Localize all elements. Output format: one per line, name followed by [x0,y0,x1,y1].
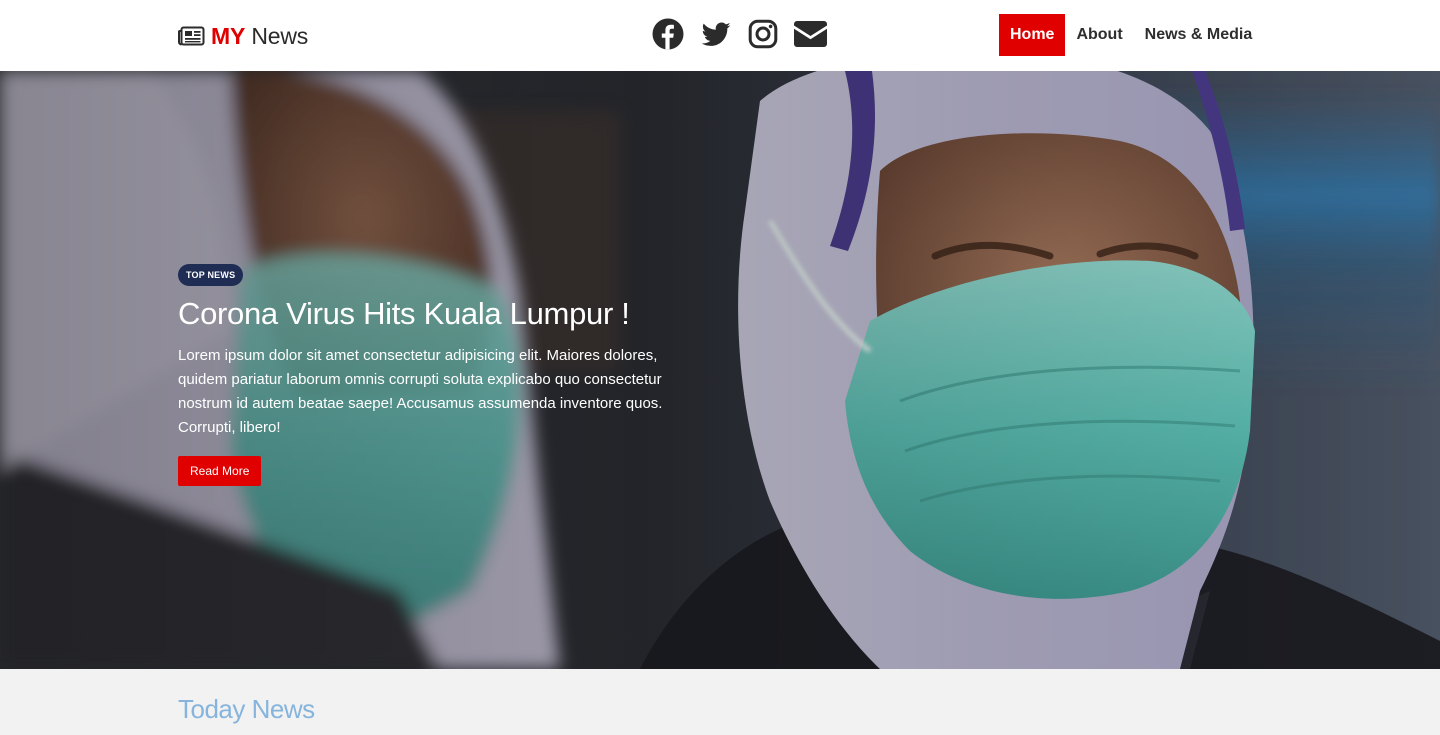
nav-home[interactable]: Home [999,14,1066,56]
site-header: MY News Home About News & Media [0,0,1440,71]
category-badge: TOP NEWS [178,264,244,286]
newspaper-icon [178,26,205,46]
read-more-button[interactable]: Read More [178,456,262,486]
today-news-section: Today News [0,669,1440,735]
hero-banner: TOP NEWS Corona Virus Hits Kuala Lumpur … [0,71,1440,669]
twitter-icon[interactable] [700,18,732,50]
brand-prefix: MY [211,23,246,49]
main-nav: Home About News & Media [999,14,1263,56]
hero-content: TOP NEWS Corona Virus Hits Kuala Lumpur … [178,264,738,486]
hero-headline: Corona Virus Hits Kuala Lumpur ! [178,296,630,331]
section-title: Today News [178,694,315,724]
facebook-icon[interactable] [652,18,684,50]
nav-news-media[interactable]: News & Media [1134,14,1264,56]
nav-about[interactable]: About [1065,14,1133,56]
instagram-icon[interactable] [748,19,778,49]
brand-logo[interactable]: MY News [178,22,308,50]
envelope-icon[interactable] [794,21,827,47]
hero-summary: Lorem ipsum dolor sit amet consectetur a… [178,347,663,436]
brand-name: MY News [211,22,308,50]
social-links [652,18,827,50]
brand-word: News [251,23,309,49]
